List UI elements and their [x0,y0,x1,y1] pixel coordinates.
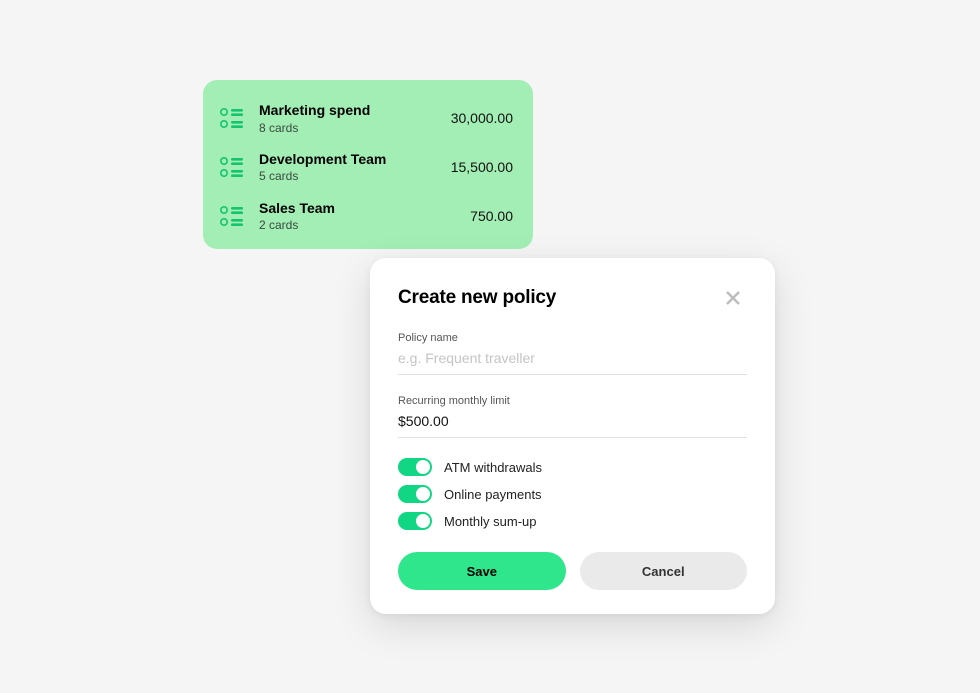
toggle-row-online: Online payments [398,485,747,503]
toggle-row-atm: ATM withdrawals [398,458,747,476]
policy-text: Marketing spend 8 cards [259,102,437,135]
policy-cards-count: 2 cards [259,218,456,232]
close-icon [724,289,742,307]
policy-row[interactable]: Marketing spend 8 cards 30,000.00 [219,96,513,145]
policy-cards-count: 8 cards [259,121,437,135]
policy-name-label: Policy name [398,332,747,344]
modal-header: Create new policy [398,284,747,312]
save-button[interactable]: Save [398,552,566,590]
policy-icon [219,105,245,131]
policy-cards-count: 5 cards [259,169,437,183]
policy-text: Sales Team 2 cards [259,200,456,233]
modal-buttons: Save Cancel [398,552,747,590]
policies-card: Marketing spend 8 cards 30,000.00 Develo… [203,80,533,249]
policy-amount: 30,000.00 [451,110,513,126]
toggle-row-sumup: Monthly sum-up [398,512,747,530]
policy-icon [219,203,245,229]
limit-input[interactable] [398,411,747,438]
atm-withdrawals-toggle[interactable] [398,458,432,476]
policy-name: Development Team [259,151,437,169]
policy-name-field: Policy name [398,332,747,375]
toggle-label: Monthly sum-up [444,514,536,529]
online-payments-toggle[interactable] [398,485,432,503]
cancel-button[interactable]: Cancel [580,552,748,590]
policy-amount: 750.00 [470,208,513,224]
toggle-label: Online payments [444,487,542,502]
limit-field: Recurring monthly limit [398,395,747,438]
modal-title: Create new policy [398,287,556,309]
policy-name-input[interactable] [398,348,747,375]
limit-label: Recurring monthly limit [398,395,747,407]
policy-name: Marketing spend [259,102,437,120]
monthly-sumup-toggle[interactable] [398,512,432,530]
policy-text: Development Team 5 cards [259,151,437,184]
toggles-group: ATM withdrawals Online payments Monthly … [398,458,747,530]
policy-amount: 15,500.00 [451,159,513,175]
policy-row[interactable]: Sales Team 2 cards 750.00 [219,194,513,235]
toggle-label: ATM withdrawals [444,460,542,475]
close-button[interactable] [719,284,747,312]
policy-icon [219,154,245,180]
policy-name: Sales Team [259,200,456,218]
create-policy-modal: Create new policy Policy name Recurring … [370,258,775,614]
policy-row[interactable]: Development Team 5 cards 15,500.00 [219,145,513,194]
